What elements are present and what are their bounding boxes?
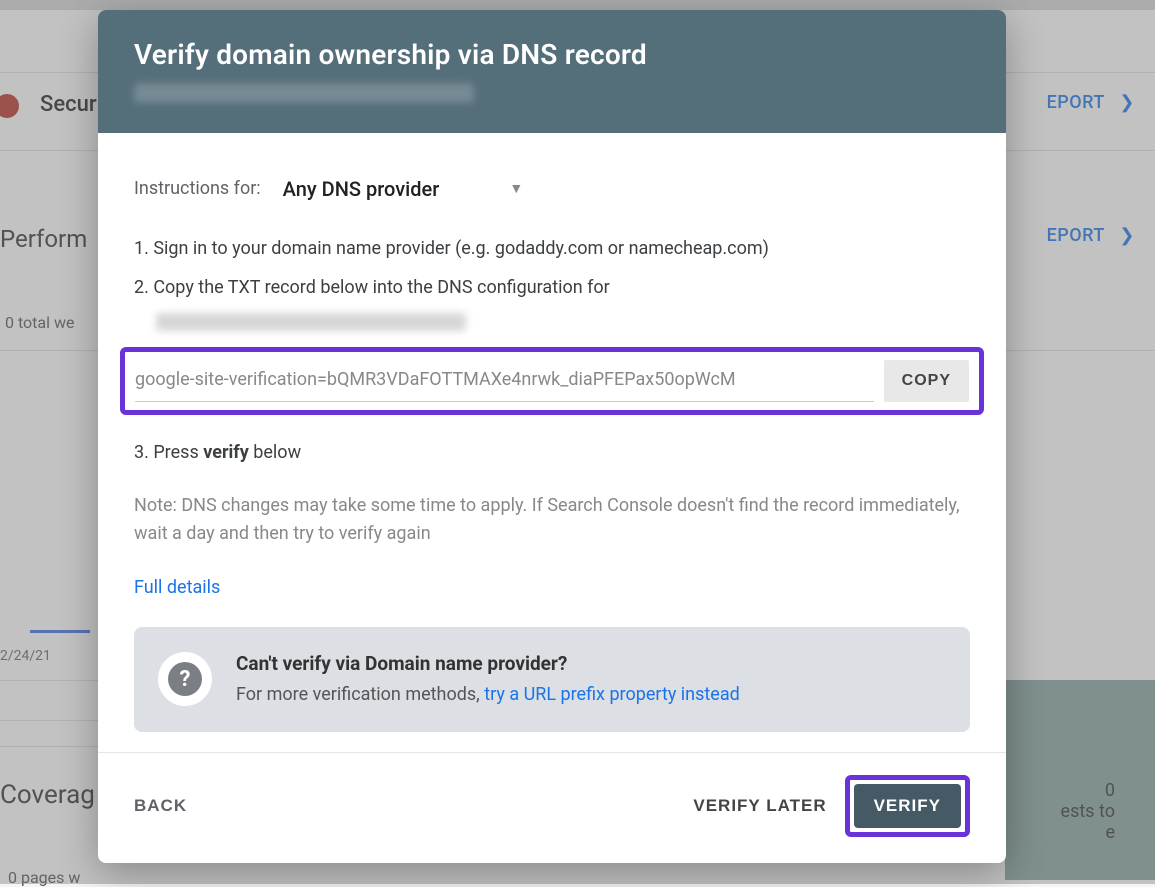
alternative-body-text: For more verification methods, bbox=[236, 684, 484, 705]
dialog-body: Instructions for: Any DNS provider ▼ 1. … bbox=[98, 133, 1006, 752]
dns-provider-selected: Any DNS provider bbox=[283, 173, 440, 205]
dns-note-text: Note: DNS changes may take some time to … bbox=[134, 492, 970, 548]
dialog-header: Verify domain ownership via DNS record bbox=[98, 10, 1006, 133]
verify-highlight-box: VERIFY bbox=[845, 775, 970, 837]
instructions-for-label: Instructions for: bbox=[134, 175, 261, 204]
dropdown-triangle-icon: ▼ bbox=[509, 178, 523, 200]
step-2-prefix: 2. Copy the TXT record below into the DN… bbox=[134, 277, 610, 298]
instructions-for-row: Instructions for: Any DNS provider ▼ bbox=[134, 173, 970, 205]
copy-button[interactable]: COPY bbox=[884, 360, 969, 402]
help-icon-circle: ? bbox=[158, 652, 212, 706]
alternative-method-box: ? Can't verify via Domain name provider?… bbox=[134, 627, 970, 732]
txt-record-highlight-box: google-site-verification=bQMR3VDaFOTTMAX… bbox=[120, 347, 984, 415]
dialog-domain-blurred bbox=[134, 83, 474, 103]
dialog-title: Verify domain ownership via DNS record bbox=[134, 38, 970, 71]
full-details-link[interactable]: Full details bbox=[134, 574, 220, 603]
step-2-domain-blurred bbox=[156, 313, 466, 331]
back-button[interactable]: BACK bbox=[134, 796, 187, 816]
step-3-bold: verify bbox=[203, 442, 249, 463]
verify-domain-dialog: Verify domain ownership via DNS record I… bbox=[98, 10, 1006, 863]
dns-provider-dropdown[interactable]: Any DNS provider ▼ bbox=[283, 173, 524, 205]
verify-button[interactable]: VERIFY bbox=[854, 784, 961, 828]
step-3-prefix: 3. Press bbox=[134, 442, 203, 463]
alternative-text-block: Can't verify via Domain name provider? F… bbox=[236, 649, 740, 710]
question-mark-icon: ? bbox=[168, 662, 202, 696]
alternative-body: For more verification methods, try a URL… bbox=[236, 681, 740, 710]
step-3-text: 3. Press verify below bbox=[134, 439, 970, 468]
txt-record-field[interactable]: google-site-verification=bQMR3VDaFOTTMAX… bbox=[135, 360, 874, 402]
verify-later-button[interactable]: VERIFY LATER bbox=[693, 796, 826, 816]
dialog-footer: BACK VERIFY LATER VERIFY bbox=[98, 752, 1006, 863]
alternative-title: Can't verify via Domain name provider? bbox=[236, 649, 740, 679]
step-2-text: 2. Copy the TXT record below into the DN… bbox=[134, 274, 970, 332]
step-3-suffix: below bbox=[249, 442, 301, 463]
step-1-text: 1. Sign in to your domain name provider … bbox=[134, 235, 970, 264]
url-prefix-link[interactable]: try a URL prefix property instead bbox=[484, 684, 740, 705]
